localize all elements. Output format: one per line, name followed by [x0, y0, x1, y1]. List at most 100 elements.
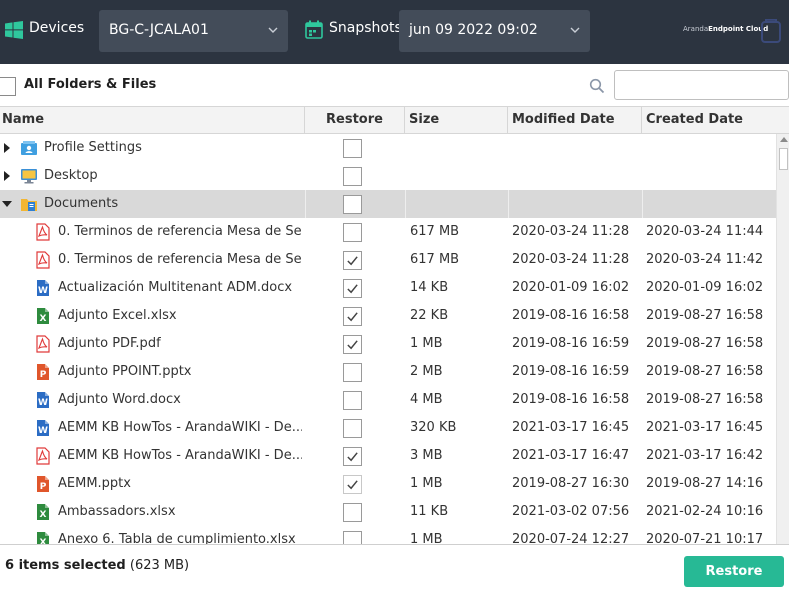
item-modified-date: 2019-08-27 16:30: [512, 476, 630, 491]
item-name: AEMM KB HowTos - ArandaWIKI - De...: [58, 420, 302, 435]
column-header-name[interactable]: Name: [0, 107, 305, 133]
item-modified-date: [512, 190, 640, 218]
table-row[interactable]: W AEMM KB HowTos - ArandaWIKI - De... 320 …: [0, 414, 776, 442]
footer: 6 items selected (623 MB) Restore: [0, 544, 789, 592]
check-mark-icon: [347, 284, 358, 294]
item-size: 320 KB: [410, 420, 457, 435]
column-separator: [508, 190, 509, 218]
file-list: Profile Settings Desktop Documents 0. Termi…: [0, 134, 776, 544]
brand-logo-icon: [761, 19, 781, 43]
word-icon: W: [37, 392, 49, 408]
selected-size: (623 MB): [129, 558, 190, 573]
brand-prefix: Aranda: [683, 25, 709, 33]
snapshots-label: Snapshots: [329, 20, 402, 36]
item-size: [410, 190, 506, 218]
table-row[interactable]: 0. Terminos de referencia Mesa de Se... 6…: [0, 218, 776, 246]
svg-text:X: X: [40, 510, 47, 520]
pdf-icon: [36, 223, 50, 241]
search-input[interactable]: [614, 70, 789, 100]
restore-checkbox[interactable]: [343, 167, 362, 186]
header-corner: [776, 106, 789, 134]
restore-button[interactable]: Restore: [684, 556, 784, 587]
table-row[interactable]: Profile Settings: [0, 134, 776, 162]
svg-text:P: P: [40, 370, 47, 380]
table-row[interactable]: Adjunto PDF.pdf 1 MB 2019-08-16 16:59 2019-…: [0, 330, 776, 358]
item-size: 14 KB: [410, 280, 449, 295]
table-row[interactable]: AEMM KB HowTos - ArandaWIKI - De... 3 MB 2…: [0, 442, 776, 470]
snapshot-select[interactable]: jun 09 2022 09:02: [399, 10, 590, 52]
restore-checkbox[interactable]: [343, 475, 362, 494]
table-row[interactable]: X Adjunto Excel.xlsx 22 KB 2019-08-16 16:58…: [0, 302, 776, 330]
restore-checkbox[interactable]: [343, 531, 362, 544]
item-name: AEMM KB HowTos - ArandaWIKI - De...: [58, 448, 302, 463]
table-row[interactable]: W Actualización Multitenant ADM.docx 14 KB…: [0, 274, 776, 302]
table-row[interactable]: X Anexo 6. Tabla de cumplimiento.xlsx 1 MB…: [0, 526, 776, 544]
item-created-date: [646, 162, 774, 190]
table-header: Name Restore Size Modified Date Created …: [0, 106, 776, 134]
item-name: 0. Terminos de referencia Mesa de Se...: [58, 252, 302, 267]
documents-folder-icon: [21, 199, 37, 211]
column-header-restore[interactable]: Restore: [305, 107, 405, 133]
svg-text:X: X: [40, 314, 47, 324]
item-created-date: 2021-02-24 10:16: [646, 504, 764, 519]
item-size: 2 MB: [410, 364, 443, 379]
table-row[interactable]: W Adjunto Word.docx 4 MB 2019-08-16 16:58 20…: [0, 386, 776, 414]
table-row[interactable]: Documents: [0, 190, 776, 218]
table-row[interactable]: P Adjunto PPOINT.pptx 2 MB 2019-08-16 16:59…: [0, 358, 776, 386]
restore-checkbox[interactable]: [343, 307, 362, 326]
item-name: Adjunto PDF.pdf: [58, 336, 161, 351]
item-created-date: 2019-08-27 16:58: [646, 308, 764, 323]
item-name: Anexo 6. Tabla de cumplimiento.xlsx: [58, 532, 296, 544]
item-size: 11 KB: [410, 504, 449, 519]
item-size: 22 KB: [410, 308, 449, 323]
chevron-down-icon: [268, 27, 278, 33]
check-mark-icon: [347, 312, 358, 322]
column-header-created-date[interactable]: Created Date: [642, 107, 776, 133]
vertical-scrollbar[interactable]: [776, 134, 789, 544]
table-row[interactable]: P AEMM.pptx 1 MB 2019-08-27 16:30 2019-08-27…: [0, 470, 776, 498]
expand-arrow-right-icon[interactable]: [4, 171, 10, 181]
column-header-size[interactable]: Size: [405, 107, 508, 133]
item-modified-date: 2019-08-16 16:59: [512, 336, 630, 351]
restore-checkbox[interactable]: [343, 419, 362, 438]
calendar-icon: [305, 20, 323, 39]
toolbar: All Folders & Files: [0, 64, 789, 106]
scroll-up-arrow-icon[interactable]: [780, 137, 788, 142]
restore-checkbox[interactable]: [343, 195, 362, 214]
table-row[interactable]: Desktop: [0, 162, 776, 190]
expand-arrow-right-icon[interactable]: [4, 143, 10, 153]
device-select-value: BG-C-JCALA01: [109, 22, 209, 38]
restore-checkbox[interactable]: [343, 335, 362, 354]
check-mark-icon: [347, 256, 358, 266]
item-name: AEMM.pptx: [58, 476, 131, 491]
restore-checkbox[interactable]: [343, 251, 362, 270]
pdf-icon: [36, 335, 50, 353]
item-created-date: [646, 134, 774, 162]
restore-checkbox[interactable]: [343, 503, 362, 522]
pdf-icon: [36, 447, 50, 465]
restore-checkbox[interactable]: [343, 363, 362, 382]
table-row[interactable]: 0. Terminos de referencia Mesa de Se... 6…: [0, 246, 776, 274]
restore-checkbox[interactable]: [343, 279, 362, 298]
item-size: 1 MB: [410, 476, 443, 491]
item-name: 0. Terminos de referencia Mesa de Se...: [58, 224, 302, 239]
item-created-date: 2020-07-21 10:17: [646, 532, 764, 544]
svg-text:W: W: [38, 426, 48, 436]
device-select[interactable]: BG-C-JCALA01: [99, 10, 288, 52]
item-created-date: 2019-08-27 16:58: [646, 336, 764, 351]
item-created-date: 2021-03-17 16:45: [646, 420, 764, 435]
item-name: Adjunto Word.docx: [58, 392, 181, 407]
restore-checkbox[interactable]: [343, 391, 362, 410]
windows-icon: [5, 21, 23, 39]
restore-checkbox[interactable]: [343, 447, 362, 466]
expand-arrow-down-icon[interactable]: [2, 201, 12, 207]
svg-text:W: W: [38, 398, 48, 408]
search-icon[interactable]: [589, 78, 605, 94]
select-all-checkbox[interactable]: [0, 77, 16, 96]
column-header-modified-date[interactable]: Modified Date: [508, 107, 642, 133]
item-modified-date: 2020-01-09 16:02: [512, 280, 630, 295]
restore-checkbox[interactable]: [343, 139, 362, 158]
restore-checkbox[interactable]: [343, 223, 362, 242]
table-row[interactable]: X Ambassadors.xlsx 11 KB 2021-03-02 07:56 20…: [0, 498, 776, 526]
scrollbar-thumb[interactable]: [779, 148, 788, 170]
